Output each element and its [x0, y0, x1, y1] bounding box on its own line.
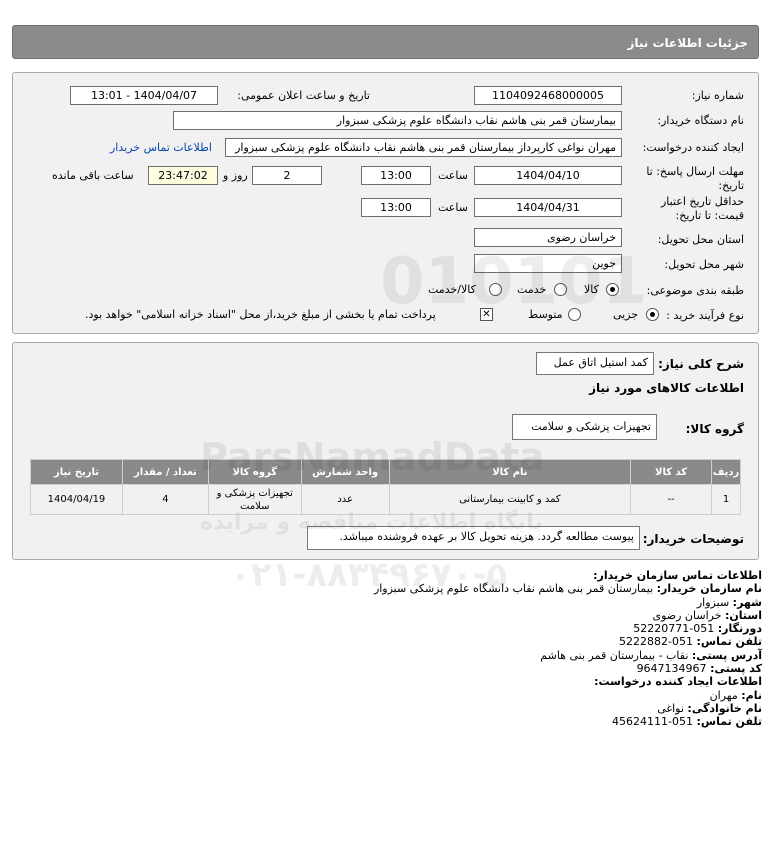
process-label: نوع فرآیند خرید :	[666, 309, 744, 322]
page-header: جزئیات اطلاعات نیاز	[12, 25, 759, 59]
category-service-label: خدمت	[517, 283, 547, 296]
goods-table: ردیف کد کالا نام کالا واحد شمارش گروه کا…	[30, 459, 741, 515]
province-label: استان محل تحویل:	[657, 233, 744, 246]
category-goods-service-label: کالا/خدمت	[428, 283, 476, 296]
col-unit: واحد شمارش	[300, 459, 390, 485]
contact-province-label: استان:	[725, 608, 762, 622]
general-desc-label: شرح کلی نیاز:	[658, 357, 744, 371]
category-service-radio[interactable]	[554, 283, 567, 296]
buyer-org-label: نام دستگاه خریدار:	[657, 114, 744, 127]
cell-row-number: 1	[711, 484, 741, 515]
cell-goods-name: کمد و کابینت بیمارستانی	[388, 484, 632, 515]
goods-group-field: تجهیزات پزشکی و سلامت	[512, 414, 657, 440]
last-name-label: نام خانوادگی:	[687, 701, 762, 715]
col-row-number: ردیف	[711, 459, 741, 485]
treasury-payment-checkbox[interactable]: ✕	[480, 308, 493, 321]
creator-phone-label: تلفن تماس:	[696, 715, 762, 729]
payment-note: پرداخت تمام یا بخشی از مبلغ خرید،از محل …	[85, 308, 436, 321]
contact-province-value: خراسان رضوی	[652, 608, 722, 622]
city-field: جوین	[474, 254, 622, 273]
contact-title: اطلاعات تماس سازمان خریدار:	[593, 569, 762, 582]
address-label: آدرس پستی:	[691, 648, 762, 662]
need-number-label: شماره نیاز:	[691, 89, 744, 102]
cell-need-date: 1404/04/19	[30, 484, 123, 515]
contact-city-label: شهر:	[732, 595, 762, 609]
address-value: نقاب - بیمارستان قمر بنی هاشم	[540, 648, 689, 662]
postal-code-label: کد پستی:	[710, 662, 762, 676]
creator-phone-value: 051-45624111	[612, 715, 694, 729]
table-header-row: ردیف کد کالا نام کالا واحد شمارش گروه کا…	[30, 459, 741, 485]
buyer-contact-info: اطلاعات تماس سازمان خریدار: نام سازمان خ…	[22, 569, 762, 729]
goods-info-title: اطلاعات کالاهای مورد نیاز	[589, 381, 744, 395]
cell-quantity: 4	[121, 484, 209, 515]
announce-label: تاریخ و ساعت اعلان عمومی:	[237, 89, 370, 102]
contact-city-value: سبزوار	[696, 595, 730, 609]
fax-label: دورنگار:	[717, 622, 762, 636]
reply-deadline-label: مهلت ارسال پاسخ: تا تاریخ:	[646, 165, 744, 192]
creator-field: مهران نواغی کارپرداز بیمارستان قمر بنی ه…	[225, 138, 622, 157]
buyer-notes-field: پیوست مطالعه گردد. هزینه تحویل کالا بر ع…	[307, 526, 640, 550]
category-goods-service-radio[interactable]	[489, 283, 502, 296]
first-name-label: نام:	[741, 688, 762, 702]
cell-goods-code: --	[630, 484, 713, 515]
validity-time-label: ساعت	[438, 201, 468, 214]
process-minor-radio[interactable]	[646, 308, 659, 321]
reply-date-field: 1404/04/10	[474, 166, 622, 185]
last-name-value: نواغی	[657, 701, 684, 715]
col-need-date: تاریخ نیاز	[30, 459, 123, 485]
process-minor-label: جزیی	[613, 308, 639, 321]
postal-code-value: 9647134967	[636, 662, 707, 676]
buyer-notes-label: توضیحات خریدار:	[642, 532, 744, 546]
buyer-org-field: بیمارستان قمر بنی هاشم نقاب دانشگاه علوم…	[173, 111, 622, 130]
fax-value: 051-52220771	[633, 622, 715, 636]
col-goods-group: گروه کالا	[207, 459, 302, 485]
cell-goods-group: تجهیزات پزشکی و سلامت	[207, 484, 302, 515]
creator-label: ایجاد کننده درخواست:	[642, 141, 744, 154]
reply-time-field: 13:00	[361, 166, 431, 185]
table-row: 1 -- کمد و کابینت بیمارستانی عدد تجهیزات…	[30, 484, 741, 515]
col-goods-name: نام کالا	[388, 459, 632, 485]
col-goods-code: کد کالا	[630, 459, 713, 485]
goods-group-label: گروه کالا:	[685, 422, 744, 436]
validity-time-field: 13:00	[361, 198, 431, 217]
process-medium-radio[interactable]	[568, 308, 581, 321]
cell-unit: عدد	[300, 484, 390, 515]
org-name-label: نام سازمان خریدار:	[656, 582, 762, 596]
days-field: 2	[252, 166, 322, 185]
first-name-value: مهران	[709, 688, 738, 702]
province-field: خراسان رضوی	[474, 228, 622, 247]
general-desc-field: کمد استیل اتاق عمل	[536, 352, 654, 375]
need-number-field: 1104092468000005	[474, 86, 622, 105]
days-label: روز و	[223, 169, 248, 182]
remaining-time-field: 23:47:02	[148, 166, 218, 185]
process-medium-label: متوسط	[528, 308, 563, 321]
creator-info-title: اطلاعات ایجاد کننده درخواست:	[594, 675, 762, 689]
min-validity-label: حداقل تاریخ اعتبار قیمت: تا تاریخ:	[660, 195, 744, 222]
page-title: جزئیات اطلاعات نیاز	[627, 36, 748, 50]
reply-time-label: ساعت	[438, 169, 468, 182]
remaining-label: ساعت باقی مانده	[52, 169, 134, 182]
category-label: طبقه بندی موضوعی:	[646, 284, 744, 297]
buyer-contact-link[interactable]: اطلاعات تماس خریدار	[110, 141, 212, 154]
phone-value: 051-5222882	[619, 635, 694, 649]
city-label: شهر محل تحویل:	[664, 258, 744, 271]
phone-label: تلفن تماس:	[696, 635, 762, 649]
validity-date-field: 1404/04/31	[474, 198, 622, 217]
announce-datetime-field: 1404/04/07 - 13:01	[70, 86, 218, 105]
col-quantity: تعداد / مقدار	[121, 459, 209, 485]
category-goods-radio[interactable]	[606, 283, 619, 296]
category-goods-label: کالا	[584, 283, 599, 296]
org-name-value: بیمارستان قمر بنی هاشم نقاب دانشگاه علوم…	[373, 582, 654, 596]
